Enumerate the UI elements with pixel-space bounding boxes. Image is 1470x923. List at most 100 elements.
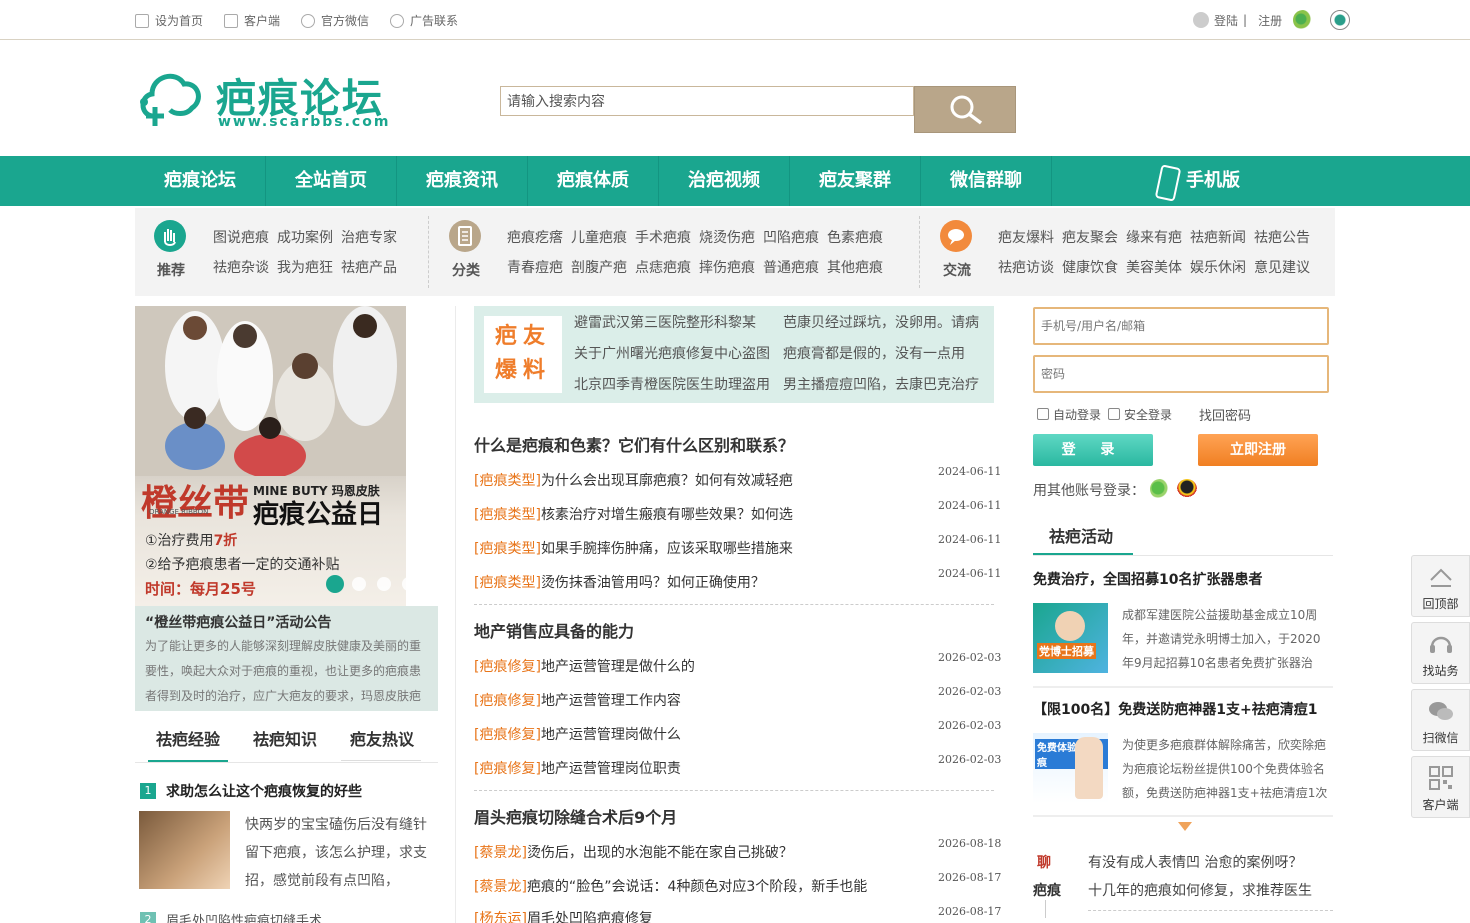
cat-link[interactable]: 色素疤痕: [827, 227, 883, 247]
cat-link[interactable]: 剖腹产疤: [571, 257, 627, 277]
cat-link[interactable]: 图说疤痕: [213, 227, 269, 247]
promo-slideshow[interactable]: 橙丝带 MINE BUTY 玛恩皮肤 疤痕公益日 ORANGE RIBBON ①…: [135, 306, 406, 606]
article-link[interactable]: [蔡景龙]烫伤后，出现的水泡能不能在家自己挑破？: [474, 842, 793, 862]
cat-link[interactable]: 祛疤访谈: [998, 257, 1054, 277]
tab-experience[interactable]: 祛疤经验: [156, 726, 220, 750]
baoliao-item[interactable]: 避雷武汉第三医院整形科黎某: [574, 312, 774, 332]
baoliao-item[interactable]: 疤痕膏都是假的，没有一点用: [783, 343, 983, 363]
slide-dot-2[interactable]: [352, 577, 366, 591]
username-input[interactable]: 手机号/用户名/邮箱: [1033, 307, 1329, 345]
baoliao-item[interactable]: 芭康贝经过踩坑，没卵用。请病: [783, 312, 983, 332]
nav-video[interactable]: 治疤视频: [659, 156, 790, 206]
auto-login-checkbox[interactable]: [1037, 408, 1049, 420]
activity-image[interactable]: 党博士招募: [1033, 603, 1108, 673]
slide-dot-4[interactable]: [402, 577, 406, 591]
chat-topic[interactable]: 有没有成人表情凹 治愈的案例呀？: [1088, 852, 1302, 872]
nav-wechat-group[interactable]: 微信群聊: [921, 156, 1052, 206]
slide-dot-3[interactable]: [377, 577, 391, 591]
login-link[interactable]: 登陆: [1214, 12, 1238, 29]
ad-contact-link[interactable]: 广告联系: [390, 12, 458, 29]
nav-constitution[interactable]: 疤痕体质: [528, 156, 659, 206]
wechat-link[interactable]: 官方微信: [301, 12, 369, 29]
cat-link[interactable]: 儿童疤痕: [571, 227, 627, 247]
contact-staff-button[interactable]: 找站务: [1411, 622, 1470, 684]
section-title[interactable]: 眉头疤痕切除缝合术后9个月: [474, 804, 677, 828]
activity-image[interactable]: 免费体验祛疤痕: [1033, 733, 1108, 803]
activity-headline[interactable]: 【限100名】免费送防疤神器1支+祛疤清痘1: [1033, 699, 1317, 719]
article-link[interactable]: [杨东运]眉毛处凹陷疤痕修复: [474, 908, 653, 923]
cat-link[interactable]: 治疤专家: [341, 227, 397, 247]
cat-link[interactable]: 美容美体: [1126, 257, 1182, 277]
set-homepage-link[interactable]: 设为首页: [135, 12, 203, 29]
search-input[interactable]: 请输入搜索内容: [500, 86, 914, 116]
article-link[interactable]: [疤痕类型]如果手腕摔伤肿痛，应该采取哪些措施来: [474, 538, 793, 558]
qq-login-icon[interactable]: [1330, 10, 1351, 30]
forgot-password-link[interactable]: 找回密码: [1199, 405, 1251, 424]
safe-login-checkbox[interactable]: [1108, 408, 1120, 420]
nav-mobile[interactable]: 手机版: [1052, 156, 1292, 206]
activity-headline[interactable]: 免费治疗，全国招募10名扩张器患者: [1033, 569, 1262, 589]
qq-icon[interactable]: [1177, 479, 1197, 499]
cat-link[interactable]: 祛疤产品: [341, 257, 397, 277]
phone-icon: [1155, 165, 1181, 201]
site-logo[interactable]: 疤痕论坛 www.scarbbs.com: [138, 66, 398, 136]
wechat-icon[interactable]: [1150, 479, 1170, 499]
notice-box[interactable]: “橙丝带疤痕公益日”活动公告 为了能让更多的人能够深刻理解皮肤健康及美丽的重要性…: [135, 606, 438, 711]
scan-wechat-button[interactable]: 扫微信: [1411, 689, 1470, 751]
register-button[interactable]: 立即注册: [1198, 434, 1318, 466]
rank-title[interactable]: 求助怎么让这个疤痕恢复的好些: [166, 781, 362, 801]
rank-title[interactable]: 眉毛处凹陷性疤痕切缝手术: [166, 910, 322, 923]
section-title[interactable]: 地产销售应具备的能力: [474, 618, 634, 642]
cat-link[interactable]: 缘来有疤: [1126, 227, 1182, 247]
cat-link[interactable]: 疤友爆料: [998, 227, 1054, 247]
cat-link[interactable]: 意见建议: [1254, 257, 1310, 277]
baoliao-item[interactable]: 男主播痘痘凹陷，去康巴克治疗: [783, 374, 983, 394]
cat-link[interactable]: 祛疤新闻: [1190, 227, 1246, 247]
cat-link[interactable]: 凹陷疤痕: [763, 227, 819, 247]
cat-link[interactable]: 青春痘疤: [507, 257, 563, 277]
slide-dot-1[interactable]: [326, 575, 344, 593]
cat-link[interactable]: 我为疤狂: [277, 257, 333, 277]
client-download-button[interactable]: 客户端: [1411, 756, 1470, 818]
section-title[interactable]: 什么是疤痕和色素？它们有什么区别和联系？: [474, 432, 794, 456]
cat-link[interactable]: 健康饮食: [1062, 257, 1118, 277]
password-input[interactable]: 密码: [1033, 355, 1329, 393]
back-to-top-button[interactable]: 回顶部: [1411, 555, 1470, 617]
cat-link[interactable]: 手术疤痕: [635, 227, 691, 247]
chat-topic[interactable]: 十几年的疤痕如何修复，求推荐医生: [1088, 880, 1312, 900]
thumbnail-image[interactable]: [139, 811, 230, 889]
baoliao-item[interactable]: 北京四季青橙医院医生助理盗用: [574, 374, 774, 394]
article-link[interactable]: [蔡景龙]疤痕的“脸色”会说话：4种颜色对应3个阶段，新手也能: [474, 876, 867, 896]
cat-link[interactable]: 娱乐休闲: [1190, 257, 1246, 277]
cat-link[interactable]: 疤痕疙瘩: [507, 227, 563, 247]
search-button[interactable]: [914, 86, 1016, 133]
cat-link[interactable]: 祛疤杂谈: [213, 257, 269, 277]
article-link[interactable]: [疤痕类型]烫伤抹香油管用吗？如何正确使用？: [474, 572, 765, 592]
expand-arrow-icon[interactable]: [1178, 822, 1192, 831]
cat-link[interactable]: 其他疤痕: [827, 257, 883, 277]
client-link[interactable]: 客户端: [224, 12, 280, 29]
cat-link[interactable]: 摔伤疤痕: [699, 257, 755, 277]
wechat-login-icon[interactable]: [1293, 10, 1314, 30]
tab-knowledge[interactable]: 祛疤知识: [253, 726, 317, 750]
article-link[interactable]: [疤痕修复]地产运营管理工作内容: [474, 690, 681, 710]
article-link[interactable]: [疤痕类型]核素治疗对增生瘢痕有哪些效果？如何选: [474, 504, 793, 524]
article-link[interactable]: [疤痕修复]地产运营管理岗做什么: [474, 724, 681, 744]
article-link[interactable]: [疤痕类型]为什么会出现耳廓疤痕？如何有效减轻疤: [474, 470, 793, 490]
register-link[interactable]: 注册: [1258, 12, 1282, 29]
nav-home[interactable]: 全站首页: [266, 156, 397, 206]
baoliao-item[interactable]: 关于广州曙光疤痕修复中心盗图: [574, 343, 774, 363]
cat-link[interactable]: 点痣疤痕: [635, 257, 691, 277]
nav-news[interactable]: 疤痕资讯: [397, 156, 528, 206]
tab-hot-topics[interactable]: 疤友热议: [350, 726, 414, 750]
cat-link[interactable]: 烧烫伤疤: [699, 227, 755, 247]
cat-link[interactable]: 疤友聚会: [1062, 227, 1118, 247]
login-button[interactable]: 登 录: [1033, 434, 1153, 466]
cat-link[interactable]: 成功案例: [277, 227, 333, 247]
nav-scar-forum[interactable]: 疤痕论坛: [135, 156, 266, 206]
article-link[interactable]: [疤痕修复]地产运营管理岗位职责: [474, 758, 681, 778]
article-link[interactable]: [疤痕修复]地产运营管理是做什么的: [474, 656, 695, 676]
nav-group[interactable]: 疤友聚群: [790, 156, 921, 206]
cat-link[interactable]: 祛疤公告: [1254, 227, 1310, 247]
cat-link[interactable]: 普通疤痕: [763, 257, 819, 277]
